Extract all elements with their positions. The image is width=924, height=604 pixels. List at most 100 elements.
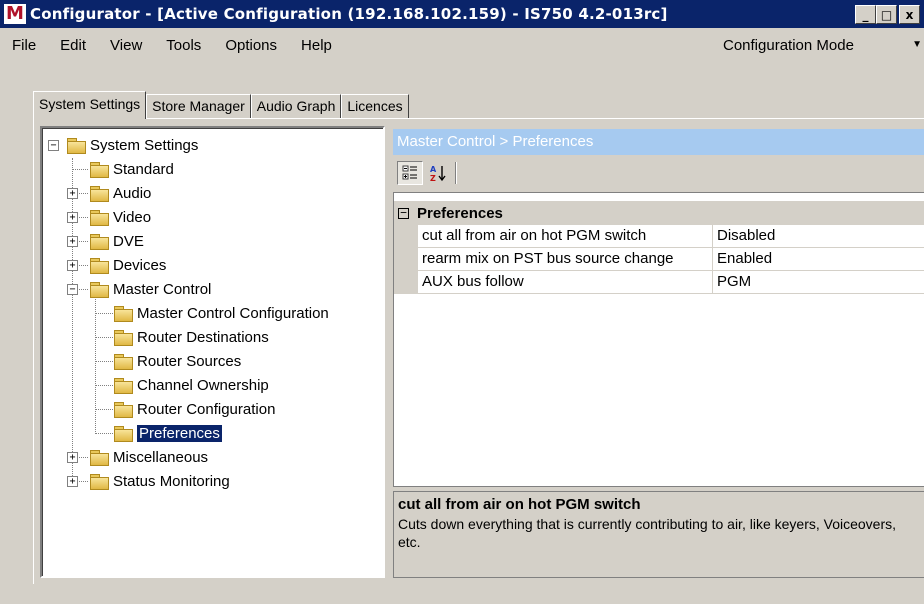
help-title: cut all from air on hot PGM switch [398, 496, 641, 513]
property-value[interactable]: Disabled [713, 225, 924, 248]
svg-text:A: A [430, 165, 437, 174]
tree-node-label: Router Destinations [137, 328, 269, 346]
tree-node-preferences[interactable]: Preferences [114, 422, 223, 444]
categorized-icon [402, 165, 417, 180]
tree-node-status-monitoring[interactable]: + Status Monitoring [67, 470, 230, 492]
title-bar: M Configurator - [Active Configuration (… [0, 0, 924, 28]
expand-icon[interactable]: + [67, 451, 78, 463]
tree-node-label: Video [113, 208, 152, 226]
menu-tools[interactable]: Tools [154, 37, 213, 54]
tree-node-channel-ownership[interactable]: Channel Ownership [114, 374, 269, 396]
menu-help[interactable]: Help [289, 37, 344, 54]
tree-node-label: System Settings [90, 136, 199, 154]
menu-file[interactable]: File [0, 37, 48, 54]
tab-store-manager[interactable]: Store Manager [146, 94, 251, 118]
help-description: Cuts down everything that is currently c… [398, 516, 897, 550]
property-name: cut all from air on hot PGM switch [418, 225, 713, 248]
menu-edit[interactable]: Edit [48, 37, 98, 54]
menu-view[interactable]: View [98, 37, 154, 54]
folder-icon [90, 474, 109, 490]
tree-node-label: Router Sources [137, 352, 242, 370]
mode-select-value: Configuration Mode [723, 36, 854, 54]
expand-icon[interactable]: + [67, 211, 78, 223]
tree-node-dve[interactable]: + DVE [67, 230, 144, 252]
window-controls: _ □ x [855, 5, 920, 24]
property-toolbar: A Z [393, 158, 924, 188]
tree-node-miscellaneous[interactable]: + Miscellaneous [67, 446, 208, 468]
folder-icon [114, 330, 133, 346]
maximize-button[interactable]: □ [876, 5, 897, 24]
folder-icon [90, 210, 109, 226]
tree-node-label: Channel Ownership [137, 376, 269, 394]
property-row[interactable]: cut all from air on hot PGM switch Disab… [394, 225, 924, 248]
folder-icon [114, 378, 133, 394]
collapse-icon[interactable]: − [398, 207, 409, 219]
property-grid: − Preferences cut all from air on hot PG… [393, 192, 924, 487]
menu-options[interactable]: Options [213, 37, 289, 54]
tree-node-standard[interactable]: Standard [90, 158, 174, 180]
tree-node-master-control[interactable]: − Master Control [67, 278, 211, 300]
property-name: AUX bus follow [418, 271, 713, 294]
property-value[interactable]: Enabled [713, 248, 924, 271]
tree-node-master-control-configuration[interactable]: Master Control Configuration [114, 302, 329, 324]
property-panel: Master Control > Preferences A Z − Prefe… [393, 126, 924, 578]
tree-node-devices[interactable]: + Devices [67, 254, 166, 276]
property-name: rearm mix on PST bus source change [418, 248, 713, 271]
category-row-preferences[interactable]: − Preferences [394, 201, 924, 225]
categorized-view-button[interactable] [397, 161, 423, 185]
tree-node-label: Router Configuration [137, 400, 276, 418]
tree-node-label: Audio [113, 184, 152, 202]
window-title: Configurator - [Active Configuration (19… [30, 5, 668, 23]
dropdown-arrow-icon[interactable]: ▼ [912, 39, 922, 50]
tree-node-system-settings[interactable]: − System Settings [48, 134, 198, 156]
tree-node-label: Miscellaneous [113, 448, 209, 466]
minimize-button[interactable]: _ [855, 5, 876, 24]
tree-node-router-destinations[interactable]: Router Destinations [114, 326, 269, 348]
property-value[interactable]: PGM [713, 271, 924, 294]
tree-node-label: Standard [113, 160, 174, 178]
tree-node-audio[interactable]: + Audio [67, 182, 151, 204]
alphabetical-sort-button[interactable]: A Z [425, 161, 451, 185]
folder-icon [114, 354, 133, 370]
settings-tree[interactable]: − System Settings Standard + Audio + Vid… [40, 126, 385, 578]
property-row[interactable]: rearm mix on PST bus source change Enabl… [394, 248, 924, 271]
breadcrumb: Master Control > Preferences [393, 129, 924, 155]
app-logo-icon: M [4, 4, 26, 24]
folder-icon [90, 162, 109, 178]
folder-icon [90, 234, 109, 250]
folder-icon [114, 426, 133, 442]
tab-strip: System Settings Store Manager Audio Grap… [33, 91, 409, 119]
tree-node-label: DVE [113, 232, 144, 250]
tree-node-label: Devices [113, 256, 167, 274]
folder-icon [114, 402, 133, 418]
tree-node-label-selected: Preferences [136, 423, 223, 443]
folder-icon [90, 186, 109, 202]
mode-select[interactable]: Configuration Mode ▼ [713, 33, 924, 57]
tree-node-router-configuration[interactable]: Router Configuration [114, 398, 275, 420]
tab-system-settings[interactable]: System Settings [33, 91, 147, 119]
menu-bar: File Edit View Tools Options Help Config… [0, 28, 924, 62]
tree-node-video[interactable]: + Video [67, 206, 151, 228]
close-button[interactable]: x [899, 5, 920, 24]
toolbar-separator [455, 162, 457, 184]
expand-icon[interactable]: + [67, 259, 78, 271]
folder-icon [90, 450, 109, 466]
expand-icon[interactable]: + [67, 475, 78, 487]
tree-node-router-sources[interactable]: Router Sources [114, 350, 241, 372]
folder-icon [90, 258, 109, 274]
property-row[interactable]: AUX bus follow PGM [394, 271, 924, 294]
tree-node-label: Status Monitoring [113, 472, 230, 490]
tree-node-label: Master Control Configuration [137, 304, 329, 322]
collapse-icon[interactable]: − [67, 283, 78, 295]
expand-icon[interactable]: + [67, 235, 78, 247]
tab-audio-graph[interactable]: Audio Graph [250, 94, 342, 118]
category-label: Preferences [417, 204, 503, 222]
tree-node-label: Master Control [113, 280, 212, 298]
folder-icon [67, 138, 86, 154]
tab-licences[interactable]: Licences [341, 94, 409, 118]
collapse-icon[interactable]: − [48, 139, 59, 151]
svg-text:Z: Z [430, 174, 436, 182]
folder-icon [90, 282, 109, 298]
expand-icon[interactable]: + [67, 187, 78, 199]
sort-az-icon: A Z [430, 165, 446, 182]
